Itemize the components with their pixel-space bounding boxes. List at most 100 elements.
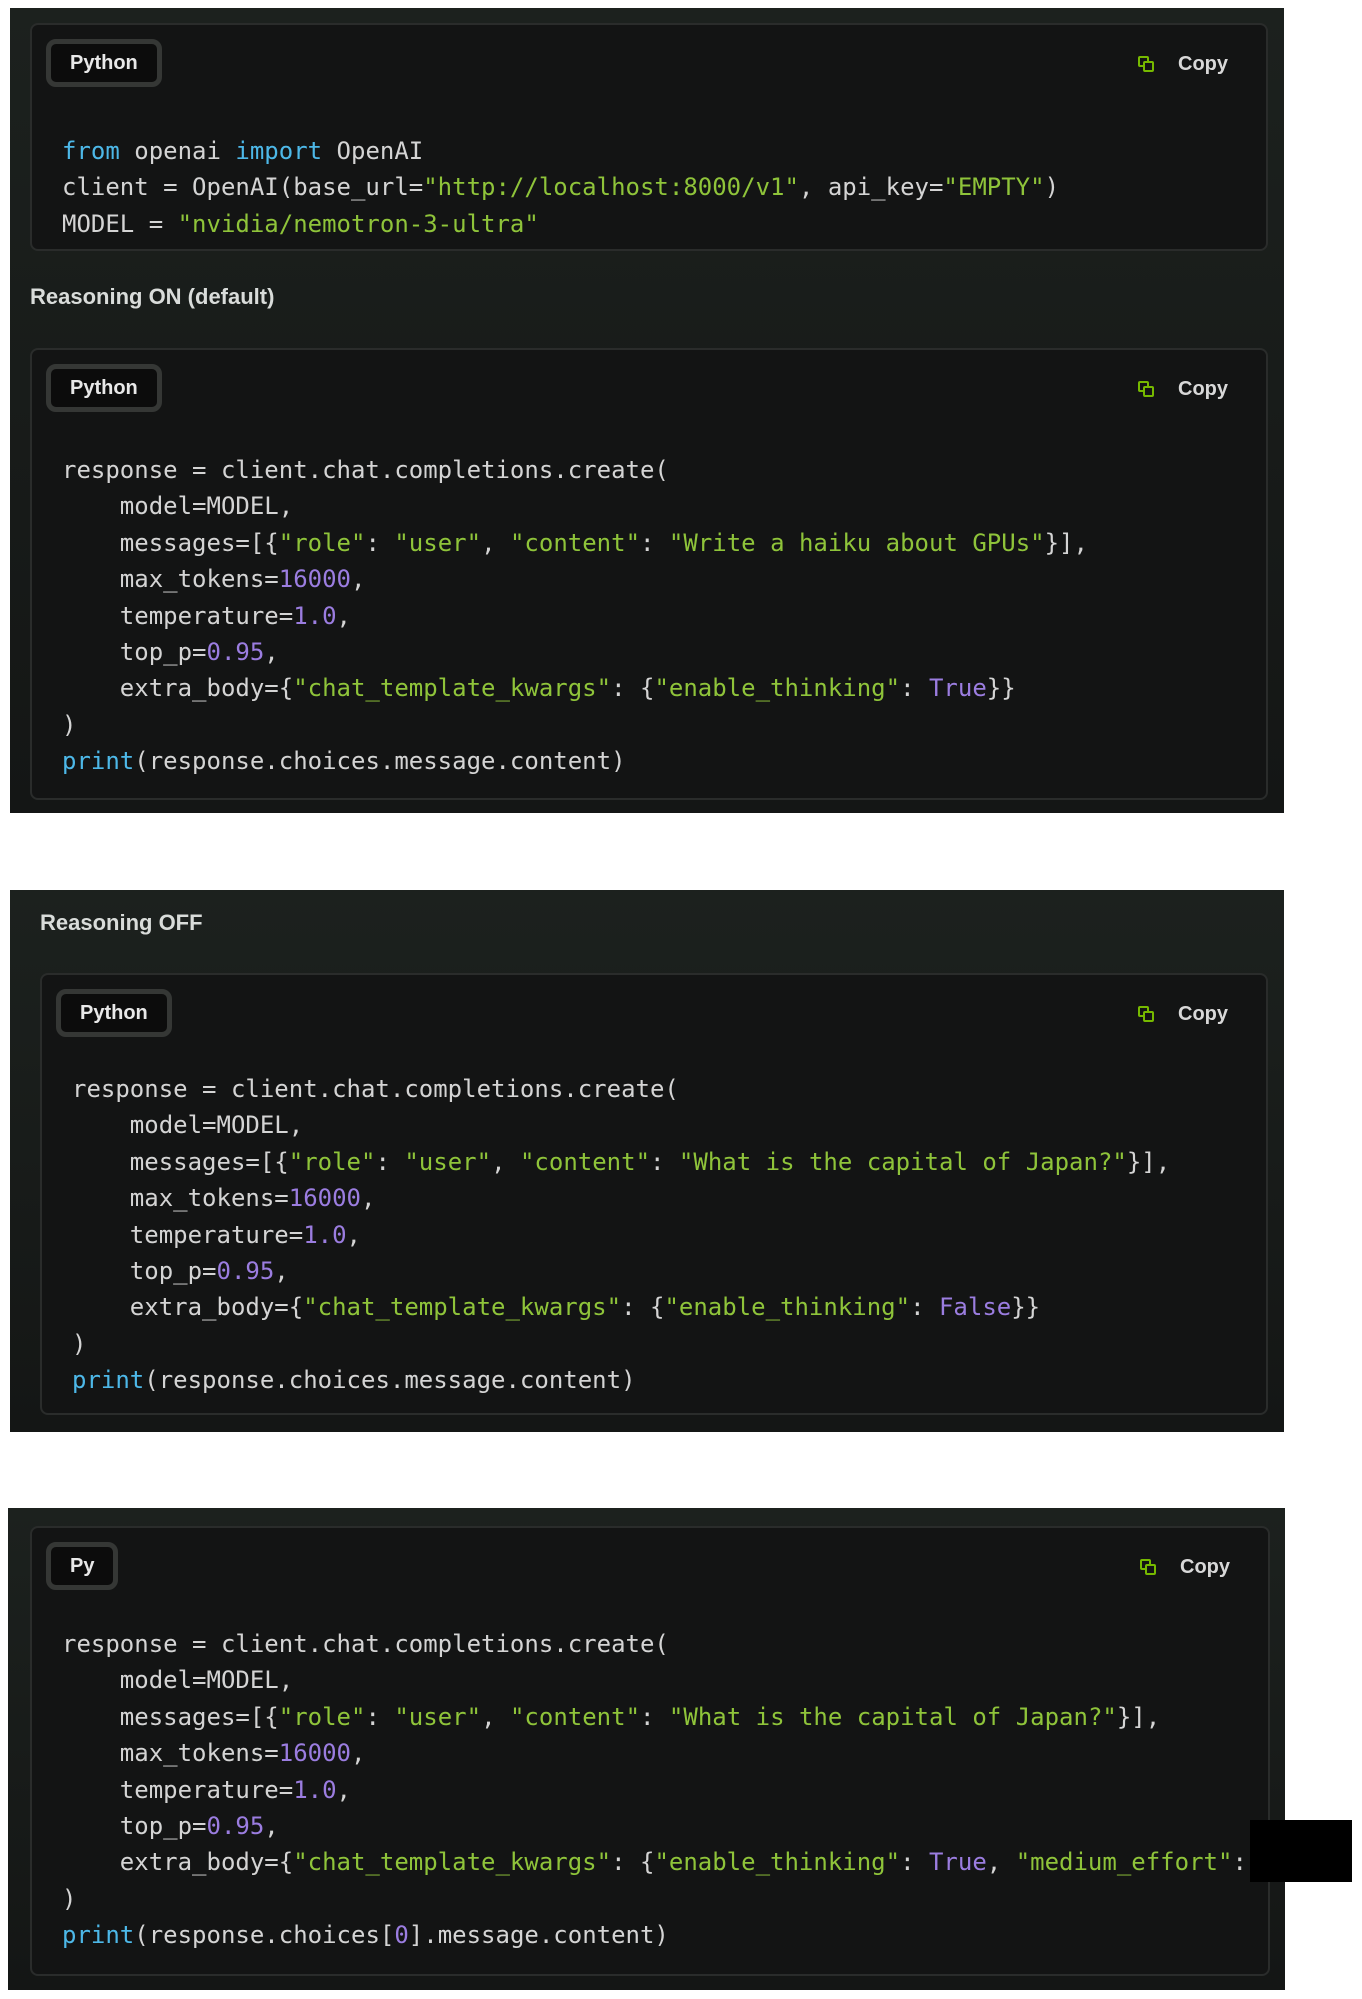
code-token-str: "enable_thinking" xyxy=(664,1293,911,1322)
code-token-str: "chat_template_kwargs" xyxy=(303,1293,622,1322)
code-token: response = client.chat.completions.creat… xyxy=(62,1630,669,1658)
copy-button[interactable]: Copy xyxy=(1138,53,1228,76)
code-token: ) xyxy=(62,710,77,739)
language-badge: Python xyxy=(46,364,162,412)
code-token: messages=[{ xyxy=(72,1147,289,1176)
code-token: : xyxy=(650,1147,679,1176)
code-token-str: "What is the capital of Japan?" xyxy=(678,1147,1127,1176)
code-token-kw: print xyxy=(62,1921,135,1950)
code-token: , xyxy=(336,601,351,630)
code-token: top_p= xyxy=(62,1812,207,1841)
code-token: model=MODEL, xyxy=(62,492,294,521)
code-token: , api_key= xyxy=(798,173,944,202)
code-token: ].message.content) xyxy=(408,1921,669,1950)
code-line: messages=[{"role": "user", "content": "W… xyxy=(62,1703,1160,1731)
code-token: : xyxy=(375,1147,405,1176)
code-token-str: "What is the capital of Japan?" xyxy=(668,1702,1117,1731)
code-token-num: 1.0 xyxy=(303,1220,347,1249)
code-token: , xyxy=(491,1147,520,1176)
code-line: temperature=1.0, xyxy=(62,1776,351,1804)
code-line: ) xyxy=(62,711,76,739)
code-token: ) xyxy=(1044,173,1060,202)
code-line: response = client.chat.completions.creat… xyxy=(62,1630,669,1658)
code-token: (response.choices[ xyxy=(134,1921,395,1950)
code-token-num: 16000 xyxy=(288,1184,361,1213)
screenshot-panel-2: Reasoning OFF Python Copy response = cli… xyxy=(10,890,1284,1432)
copy-button[interactable]: Copy xyxy=(1140,1556,1230,1579)
code-token-kw: print xyxy=(62,747,135,776)
code-token-str: "enable_thinking" xyxy=(654,1848,901,1877)
overflow-strip xyxy=(1250,1820,1352,1882)
code-token-num: True xyxy=(928,674,987,703)
code-content[interactable]: from openai import OpenAI client = OpenA… xyxy=(62,133,1059,242)
code-token: max_tokens= xyxy=(72,1184,289,1213)
copy-button[interactable]: Copy xyxy=(1138,378,1228,401)
language-badge: Py xyxy=(46,1542,119,1590)
code-line: temperature=1.0, xyxy=(72,1221,361,1249)
code-token: }], xyxy=(1044,528,1088,557)
code-block-reasoning-on: Python Copy response = client.chat.compl… xyxy=(30,348,1268,800)
section-heading-reasoning-on: Reasoning ON (default) xyxy=(30,284,275,309)
code-token: , xyxy=(481,528,510,557)
code-line: temperature=1.0, xyxy=(62,602,351,630)
code-token: , xyxy=(986,1848,1016,1877)
code-token-str: "content" xyxy=(509,1702,641,1731)
code-line: print(response.choices[0].message.conten… xyxy=(62,1921,669,1949)
code-token: messages=[{ xyxy=(62,528,279,557)
code-token: : xyxy=(900,674,929,703)
code-token: temperature= xyxy=(62,1775,294,1804)
code-token: : xyxy=(365,1702,395,1731)
code-token-str: "enable_thinking" xyxy=(654,674,901,703)
code-token: openai xyxy=(119,137,236,165)
code-content[interactable]: response = client.chat.completions.creat… xyxy=(62,452,1088,780)
code-token-str: "Write a haiku about GPUs" xyxy=(668,528,1045,557)
code-token: extra_body={ xyxy=(72,1293,304,1322)
code-token-str: "chat_template_kwargs" xyxy=(293,674,612,703)
code-line: ) xyxy=(62,1885,76,1913)
code-token: : xyxy=(910,1293,939,1322)
code-token-kw: print xyxy=(72,1366,145,1395)
code-token: model=MODEL, xyxy=(62,1666,294,1695)
code-token-num: 0.95 xyxy=(216,1257,275,1286)
code-block-medium-effort: Py Copy response = client.chat.completio… xyxy=(30,1526,1348,1976)
code-token-num: 0 xyxy=(394,1921,409,1950)
code-token: : { xyxy=(621,1293,665,1322)
copy-button[interactable]: Copy xyxy=(1138,1003,1228,1026)
code-line: model=MODEL, xyxy=(72,1111,303,1139)
code-token: , xyxy=(351,1739,366,1768)
code-content[interactable]: response = client.chat.completions.creat… xyxy=(62,1626,1348,1954)
copy-icon xyxy=(1138,55,1156,74)
copy-label: Copy xyxy=(1178,378,1228,400)
code-token: top_p= xyxy=(62,638,207,667)
code-token: : { xyxy=(611,1848,655,1877)
code-token-num: False xyxy=(938,1293,1012,1322)
code-token-kw: import xyxy=(235,137,323,165)
code-block-setup: Python Copy from openai import OpenAI cl… xyxy=(30,23,1268,251)
code-token-str: "role" xyxy=(278,528,366,557)
code-token-num: 1.0 xyxy=(293,1775,337,1804)
copy-icon xyxy=(1140,1558,1158,1577)
code-token-str: "user" xyxy=(394,528,482,557)
code-token-num: 16000 xyxy=(278,565,351,594)
screenshot-panel-1: Python Copy from openai import OpenAI cl… xyxy=(10,8,1284,813)
code-token: , xyxy=(336,1775,351,1804)
code-token-kw: from xyxy=(62,137,120,165)
code-token: temperature= xyxy=(62,601,294,630)
code-line: messages=[{"role": "user", "content": "W… xyxy=(72,1148,1170,1176)
code-token-str: "http://localhost:8000/v1" xyxy=(423,173,799,202)
code-line: client = OpenAI(base_url="http://localho… xyxy=(62,173,1059,201)
code-content[interactable]: response = client.chat.completions.creat… xyxy=(72,1071,1170,1399)
code-line: top_p=0.95, xyxy=(62,1812,279,1840)
code-token: (response.choices.message.content) xyxy=(144,1366,636,1395)
code-line: print(response.choices.message.content) xyxy=(72,1366,636,1394)
code-token: MODEL = xyxy=(62,209,178,238)
code-token-str: "user" xyxy=(404,1147,492,1176)
code-token: ) xyxy=(72,1329,87,1358)
code-token: messages=[{ xyxy=(62,1702,279,1731)
code-token: (response.choices.message.content) xyxy=(134,747,626,776)
code-token: : xyxy=(365,528,395,557)
code-token: , xyxy=(481,1702,510,1731)
code-token-str: "nvidia/nemotron-3-ultra" xyxy=(177,209,539,238)
code-token: : xyxy=(640,1702,669,1731)
code-line: extra_body={"chat_template_kwargs": {"en… xyxy=(62,674,1016,702)
